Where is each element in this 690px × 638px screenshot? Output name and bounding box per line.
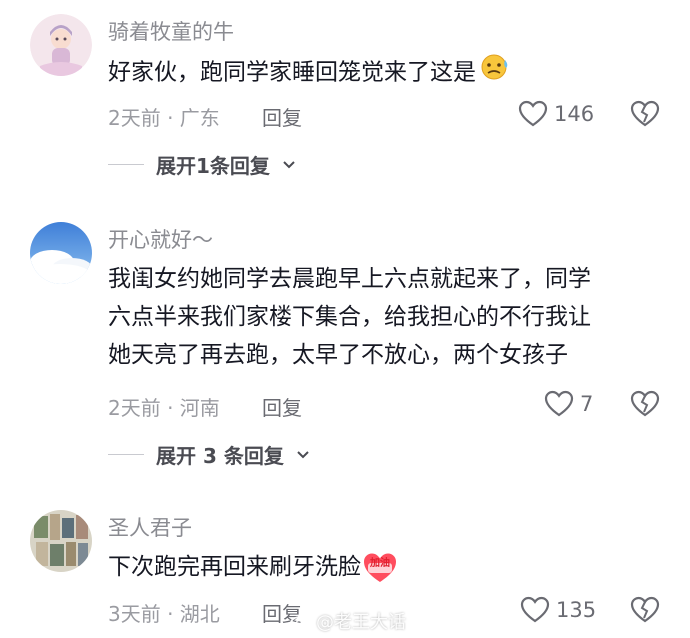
comment-text-body: 下次跑完再回来刷牙洗脸 [108,554,361,580]
comment-meta: 3天前 · 湖北 [108,602,220,626]
broken-heart-icon [630,100,660,127]
username[interactable]: 圣人君子 [108,512,192,542]
jiayou-sticker-icon: 加油 [363,552,397,584]
watermark: @老王大话 [290,608,406,634]
like-count: 146 [554,102,595,126]
avatar-image [30,14,92,76]
comment-text: 好家伙，跑同学家睡回笼觉来了这是 [108,52,668,94]
expand-label: 展开1条回复 [156,154,270,178]
like-button[interactable]: 135 [520,596,596,624]
username[interactable]: 骑着牧童的牛 [108,16,234,46]
comment-meta: 2天前 · 河南 [108,396,220,420]
comment-text-line-1: 我闺女约她同学去晨跑早上六点就起来了，同学 [108,266,591,292]
comment-text: 我闺女约她同学去晨跑早上六点就起来了，同学 六点半来我们家楼下集合，给我担心的不… [108,260,668,374]
reply-button[interactable]: 回复 [262,392,302,421]
comment-text-body: 好家伙，跑同学家睡回笼觉来了这是 [108,59,476,86]
dislike-button[interactable] [630,100,660,130]
comment-text-line-2: 六点半来我们家楼下集合，给我担心的不行我让 [108,304,591,330]
like-count: 135 [556,598,597,622]
jiayou-sticker-text: 加油 [370,557,390,569]
expand-replies-button[interactable]: 展开 3 条回复 [108,440,310,469]
expand-replies-button[interactable]: 展开1条回复 [108,150,296,179]
chevron-down-icon [283,160,295,168]
broken-heart-icon [630,390,660,417]
comment-text-line-3: 她天亮了再去跑，太早了不放心，两个女孩子 [108,342,568,368]
heart-icon [544,390,574,417]
avatar[interactable] [30,510,92,572]
chevron-down-icon [297,450,309,458]
like-button[interactable]: 7 [544,390,593,418]
dislike-button[interactable] [630,390,660,420]
divider [108,454,144,455]
reply-button[interactable]: 回复 [262,102,302,131]
broken-heart-icon [630,596,660,623]
like-count: 7 [580,392,594,416]
avatar-image [30,510,92,572]
dislike-button[interactable] [630,596,660,626]
comment-meta: 2天前 · 广东 [108,106,220,130]
weibo-logo-icon [290,613,311,630]
divider [108,164,144,165]
comment-text: 下次跑完再回来刷牙洗脸 加油 [108,548,668,586]
avatar-image [30,222,92,284]
username[interactable]: 开心就好～ [108,224,213,254]
like-button[interactable]: 146 [518,100,594,128]
avatar[interactable] [30,222,92,284]
heart-icon [520,596,550,623]
watermark-text: @老王大话 [316,612,406,633]
nervous-sweat-emoji-icon [478,52,512,94]
avatar[interactable] [30,14,92,76]
heart-icon [518,100,548,127]
expand-label: 展开 3 条回复 [156,444,284,468]
